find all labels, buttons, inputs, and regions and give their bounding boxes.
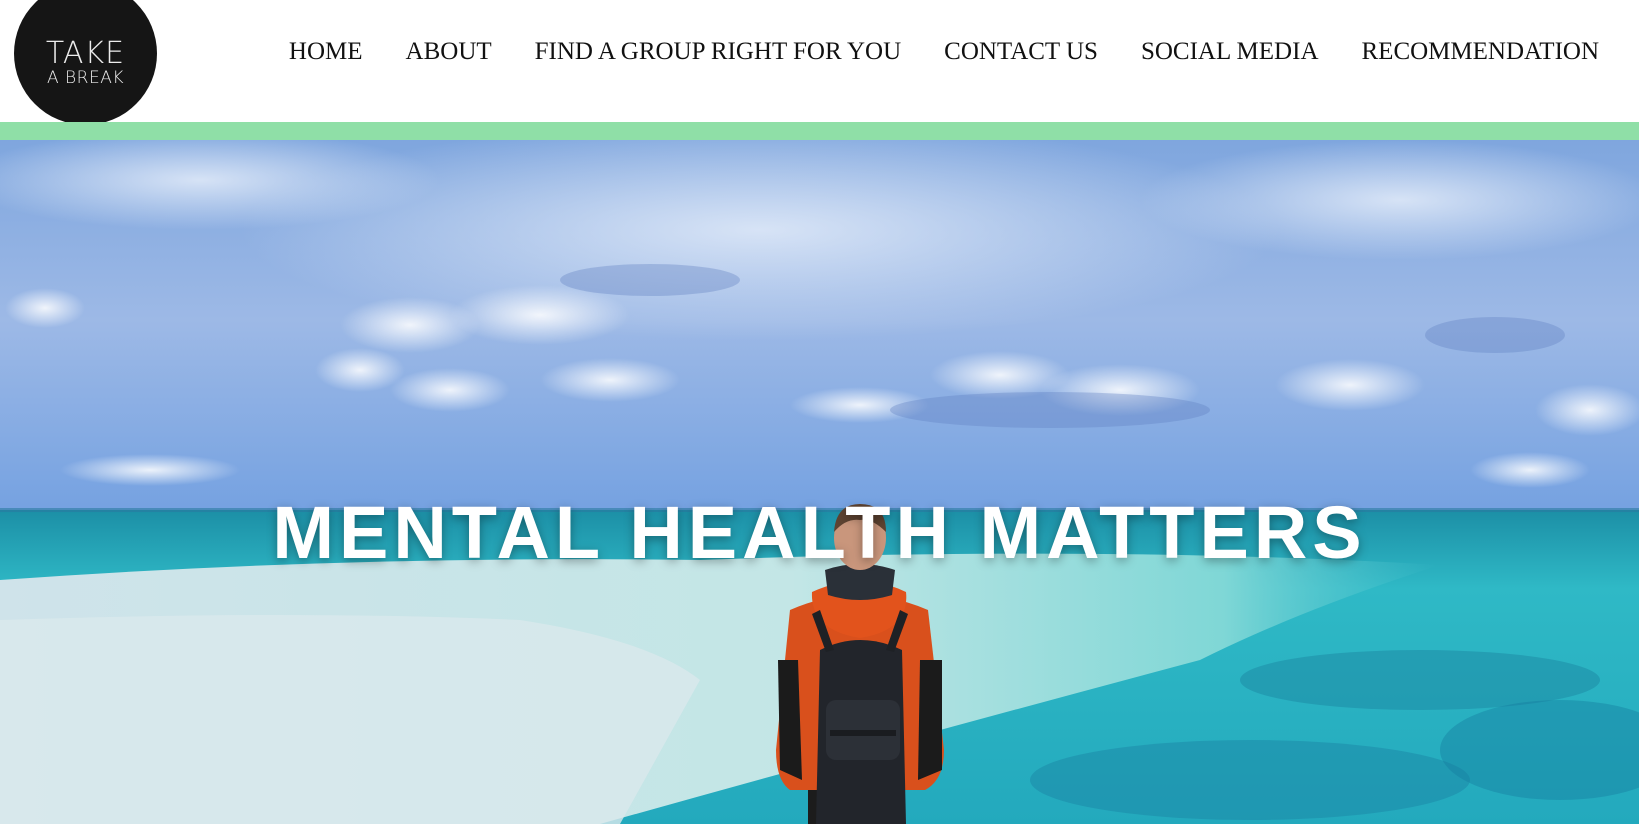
nav-item-contact-us[interactable]: CONTACT US	[944, 36, 1098, 68]
logo-line2: A BREAK	[47, 67, 124, 88]
nav-item-social-media[interactable]: SOCIAL MEDIA	[1141, 36, 1319, 68]
main-nav: HOME ABOUT FIND A GROUP RIGHT FOR YOU CO…	[289, 36, 1599, 68]
page: TAKE A BREAK HOME ABOUT FIND A GROUP RIG…	[0, 0, 1639, 824]
site-header: TAKE A BREAK HOME ABOUT FIND A GROUP RIG…	[0, 0, 1639, 125]
hero-image	[0, 140, 1639, 824]
nav-item-about[interactable]: ABOUT	[406, 36, 492, 68]
accent-bar	[0, 122, 1639, 140]
nav-item-recommendation[interactable]: RECOMMENDATION	[1362, 36, 1600, 68]
nav-item-home[interactable]: HOME	[289, 36, 363, 68]
take-a-break-logo[interactable]: TAKE A BREAK	[14, 0, 157, 125]
hero-title: MENTAL HEALTH MATTERS	[272, 490, 1367, 574]
logo-line1: TAKE	[45, 35, 126, 71]
nav-item-find-a-group[interactable]: FIND A GROUP RIGHT FOR YOU	[535, 36, 902, 68]
hero-banner: MENTAL HEALTH MATTERS	[0, 140, 1639, 824]
